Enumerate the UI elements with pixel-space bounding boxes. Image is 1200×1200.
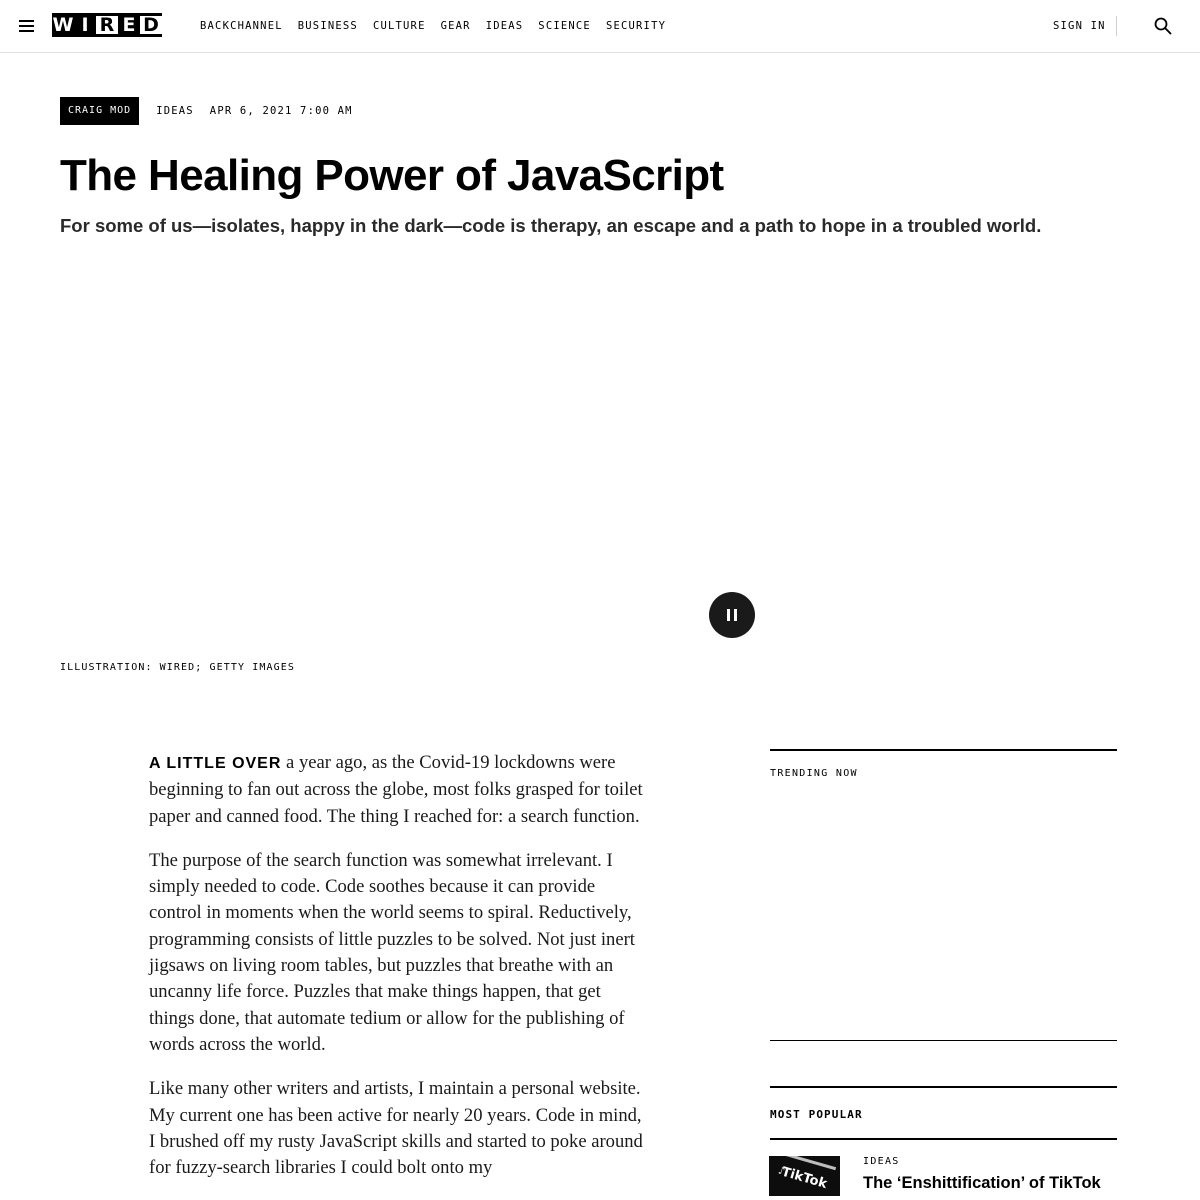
logo-letter: D [140,13,162,37]
nav-item-security[interactable]: SECURITY [606,19,666,33]
logo-letter: I [74,13,96,37]
sidebar-divider [770,749,1117,751]
popular-item-title[interactable]: The ‘Enshittification’ of TikTok [863,1173,1101,1193]
article-meta: CRAIG MOD IDEAS APR 6, 2021 7:00 AM [60,97,353,125]
nav-item-ideas[interactable]: IDEAS [486,19,524,33]
nav-item-business[interactable]: BUSINESS [298,19,358,33]
trending-label: TRENDING NOW [770,768,858,779]
most-popular-label: MOST POPULAR [770,1108,863,1121]
sidebar-divider [770,1138,1117,1140]
popular-item-rubric[interactable]: IDEAS [863,1156,900,1168]
article-title: The Healing Power of JavaScript [60,151,724,200]
wired-logo[interactable]: W I R E D [52,13,162,37]
sidebar-divider [770,1086,1117,1088]
top-nav-bar: W I R E D BACKCHANNEL BUSINESS CULTURE G… [0,0,1200,53]
publish-date: APR 6, 2021 7:00 AM [209,105,353,117]
section-nav: BACKCHANNEL BUSINESS CULTURE GEAR IDEAS … [200,19,681,33]
lead-video[interactable] [60,255,1140,650]
author-byline[interactable]: CRAIG MOD [60,97,140,125]
sign-in-link[interactable]: SIGN IN [1053,19,1106,33]
article-body: A LITTLE OVER a year ago, as the Covid-1… [149,750,649,1199]
article-dek: For some of us—isolates, happy in the da… [60,215,1042,236]
logo-letter: W [52,13,74,37]
hamburger-menu-icon[interactable] [19,19,34,33]
header-divider [1116,16,1117,36]
nav-item-gear[interactable]: GEAR [441,19,471,33]
media-caption: ILLUSTRATION: WIRED; GETTY IMAGES [60,662,295,673]
nav-item-backchannel[interactable]: BACKCHANNEL [200,19,283,33]
article-rubric[interactable]: IDEAS [156,105,194,117]
nav-item-science[interactable]: SCIENCE [538,19,591,33]
popular-item-thumbnail[interactable]: TikTok ♪ [769,1156,840,1196]
pause-icon[interactable] [709,592,755,638]
logo-letter: R [96,13,118,37]
search-icon[interactable] [1154,17,1172,35]
sidebar-divider [770,1040,1117,1041]
logo-letter: E [118,13,140,37]
lead-in: A LITTLE OVER [149,755,282,772]
body-paragraph: The purpose of the search function was s… [149,849,635,1055]
nav-item-culture[interactable]: CULTURE [373,19,426,33]
body-paragraph: Like many other writers and artists, I m… [149,1078,643,1179]
body-paragraph: A LITTLE OVER a year ago, as the Covid-1… [149,750,649,830]
